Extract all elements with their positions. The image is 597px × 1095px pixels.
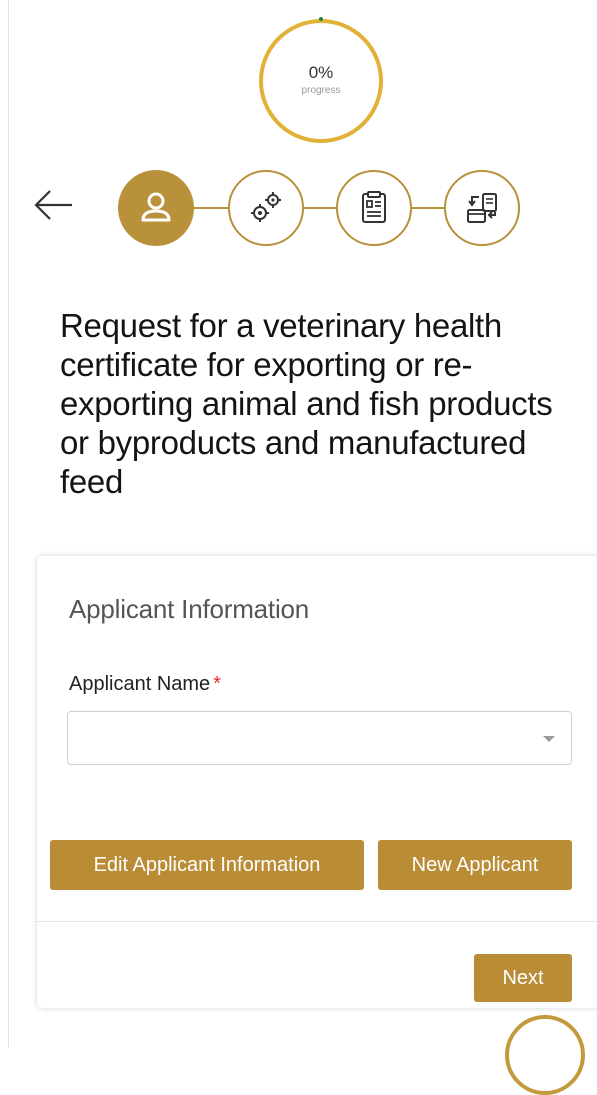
next-button[interactable]: Next — [474, 954, 572, 1002]
applicant-name-label: Applicant Name * — [69, 673, 221, 696]
user-icon — [141, 192, 171, 222]
card-divider — [37, 921, 597, 922]
progress-ring: 0% progress — [256, 14, 386, 144]
back-arrow-icon[interactable] — [32, 186, 74, 224]
step-form[interactable] — [336, 170, 412, 246]
payment-exchange-icon — [467, 193, 497, 223]
step-connector — [304, 207, 336, 209]
dropdown-caret-icon — [543, 736, 555, 742]
left-border — [8, 0, 9, 1048]
progress-percent: 0% — [308, 63, 334, 82]
step-service-details[interactable] — [228, 170, 304, 246]
step-connector — [194, 207, 228, 209]
stepper — [118, 168, 528, 248]
applicant-name-select[interactable] — [67, 711, 572, 765]
floating-action-button[interactable] — [505, 1015, 585, 1095]
card-title: Applicant Information — [69, 594, 310, 624]
document-form-icon — [362, 191, 386, 223]
applicant-name-label-text: Applicant Name — [69, 673, 211, 695]
progress-label: progress — [301, 85, 341, 96]
step-applicant[interactable] — [118, 170, 194, 246]
required-asterisk: * — [213, 673, 221, 695]
applicant-information-card: Applicant Information Applicant Name * Ed… — [37, 556, 597, 1008]
edit-applicant-information-button[interactable]: Edit Applicant Information — [50, 840, 364, 890]
step-connector — [412, 207, 444, 209]
page-title: Request for a veterinary health certific… — [60, 307, 553, 500]
new-applicant-button[interactable]: New Applicant — [378, 840, 572, 890]
gears-icon — [251, 192, 281, 222]
step-payment[interactable] — [444, 170, 520, 246]
